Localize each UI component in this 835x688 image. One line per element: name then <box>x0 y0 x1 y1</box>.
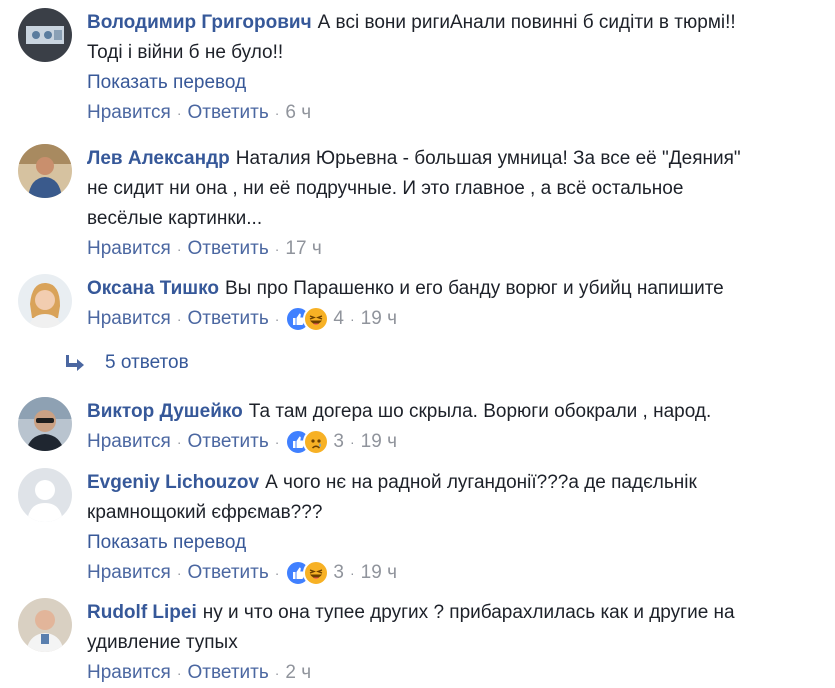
timestamp[interactable]: 19 ч <box>361 427 397 457</box>
reactions[interactable] <box>285 560 330 586</box>
reactions[interactable] <box>285 306 330 332</box>
replies-count-label[interactable]: 5 ответов <box>105 348 189 378</box>
avatar[interactable] <box>18 144 72 198</box>
reply-button[interactable]: Ответить <box>188 98 269 128</box>
like-button[interactable]: Нравится <box>87 658 171 688</box>
separator: · <box>176 241 182 257</box>
avatar[interactable] <box>18 598 72 652</box>
comment-author[interactable]: Володимир Григорович <box>87 12 312 33</box>
separator: · <box>176 311 182 327</box>
separator: · <box>274 565 280 581</box>
reply-button[interactable]: Ответить <box>188 304 269 334</box>
comment-text: Виктор Душейко Та там догера шо скрыла. В… <box>87 397 823 427</box>
comment-author[interactable]: Rudolf Lipei <box>87 602 197 623</box>
reply-button[interactable]: Ответить <box>188 658 269 688</box>
avatar[interactable] <box>18 468 72 522</box>
show-translation-link[interactable]: Показать перевод <box>87 68 823 98</box>
comment-message: не сидит ни она , ни её подручные. И это… <box>87 178 684 199</box>
like-button[interactable]: Нравится <box>87 98 171 128</box>
reaction-count[interactable]: 3 <box>333 558 344 588</box>
comment-message: А чого нє на радной лугандонії???а де па… <box>265 472 697 493</box>
comment-message: Тоді і війни б не було!! <box>87 42 284 63</box>
separator: · <box>274 241 280 257</box>
comment-actions: Нравится · Ответить · 6 ч <box>87 98 823 128</box>
comment-author[interactable]: Виктор Душейко <box>87 401 243 422</box>
like-button[interactable]: Нравится <box>87 558 171 588</box>
comment-message: Наталия Юрьевна - большая умница! За все… <box>235 148 741 169</box>
separator: · <box>349 434 355 450</box>
timestamp[interactable]: 2 ч <box>285 658 311 688</box>
separator: · <box>274 105 280 121</box>
haha-reaction-icon <box>303 306 330 332</box>
like-button[interactable]: Нравится <box>87 234 171 264</box>
reactions[interactable] <box>285 429 330 455</box>
comment-message: весёлые картинки... <box>87 208 263 229</box>
separator: · <box>176 434 182 450</box>
reply-button[interactable]: Ответить <box>188 234 269 264</box>
comment-text: Evgeniy Lichouzov А чого нє на радной луг… <box>87 468 823 528</box>
separator: · <box>274 311 280 327</box>
separator: · <box>274 665 280 681</box>
comment-message: Та там догера шо скрыла. Ворюги обокрали… <box>248 401 712 422</box>
avatar[interactable] <box>18 274 72 328</box>
separator: · <box>176 105 182 121</box>
timestamp[interactable]: 17 ч <box>285 234 321 264</box>
comment-actions: Нравится · Ответить · 17 ч <box>87 234 823 264</box>
separator: · <box>176 565 182 581</box>
reaction-count[interactable]: 4 <box>333 304 344 334</box>
comment-author[interactable]: Evgeniy Lichouzov <box>87 472 259 493</box>
separator: · <box>176 665 182 681</box>
like-button[interactable]: Нравится <box>87 304 171 334</box>
comment-text: Оксана Тишко Вы про Парашенко и его банду… <box>87 274 823 304</box>
comment-message: А всі вони ригиАнали повинні б сидіти в … <box>317 12 736 33</box>
comment-text: Лев Александр Наталия Юрьевна - большая у… <box>87 144 823 234</box>
comment-actions: Нравится · Ответить · 3 · 19 ч <box>87 427 823 457</box>
timestamp[interactable]: 19 ч <box>361 558 397 588</box>
comment-message: крамнощокий єфрємав??? <box>87 502 323 523</box>
comment-message: Вы про Парашенко и его банду ворюг и уби… <box>225 278 724 299</box>
comment-text: Rudolf Lipei ну и что она тупее других ? … <box>87 598 823 658</box>
timestamp[interactable]: 6 ч <box>285 98 311 128</box>
separator: · <box>274 434 280 450</box>
reply-arrow-icon <box>66 355 84 371</box>
comment-actions: Нравится · Ответить · 3 · 19 ч <box>87 558 823 588</box>
like-button[interactable]: Нравится <box>87 427 171 457</box>
comment-actions: Нравится · Ответить · 4 · 19 ч <box>87 304 823 334</box>
avatar[interactable] <box>18 397 72 451</box>
reply-button[interactable]: Ответить <box>188 558 269 588</box>
comment-message: удивление тупых <box>87 632 238 653</box>
comment-text: Володимир Григорович А всі вони ригиАнали… <box>87 8 823 68</box>
comment-actions: Нравится · Ответить · 2 ч <box>87 658 823 688</box>
comment-author[interactable]: Оксана Тишко <box>87 278 219 299</box>
separator: · <box>349 565 355 581</box>
sad-reaction-icon <box>303 429 330 455</box>
haha-reaction-icon <box>303 560 330 586</box>
separator: · <box>349 311 355 327</box>
reply-button[interactable]: Ответить <box>188 427 269 457</box>
timestamp[interactable]: 19 ч <box>361 304 397 334</box>
comment-message: ну и что она тупее других ? прибарахлила… <box>202 602 735 623</box>
view-replies-link[interactable]: 5 ответов <box>65 348 189 378</box>
reaction-count[interactable]: 3 <box>333 427 344 457</box>
comment-author[interactable]: Лев Александр <box>87 148 230 169</box>
avatar[interactable] <box>18 8 72 62</box>
show-translation-link[interactable]: Показать перевод <box>87 528 823 558</box>
